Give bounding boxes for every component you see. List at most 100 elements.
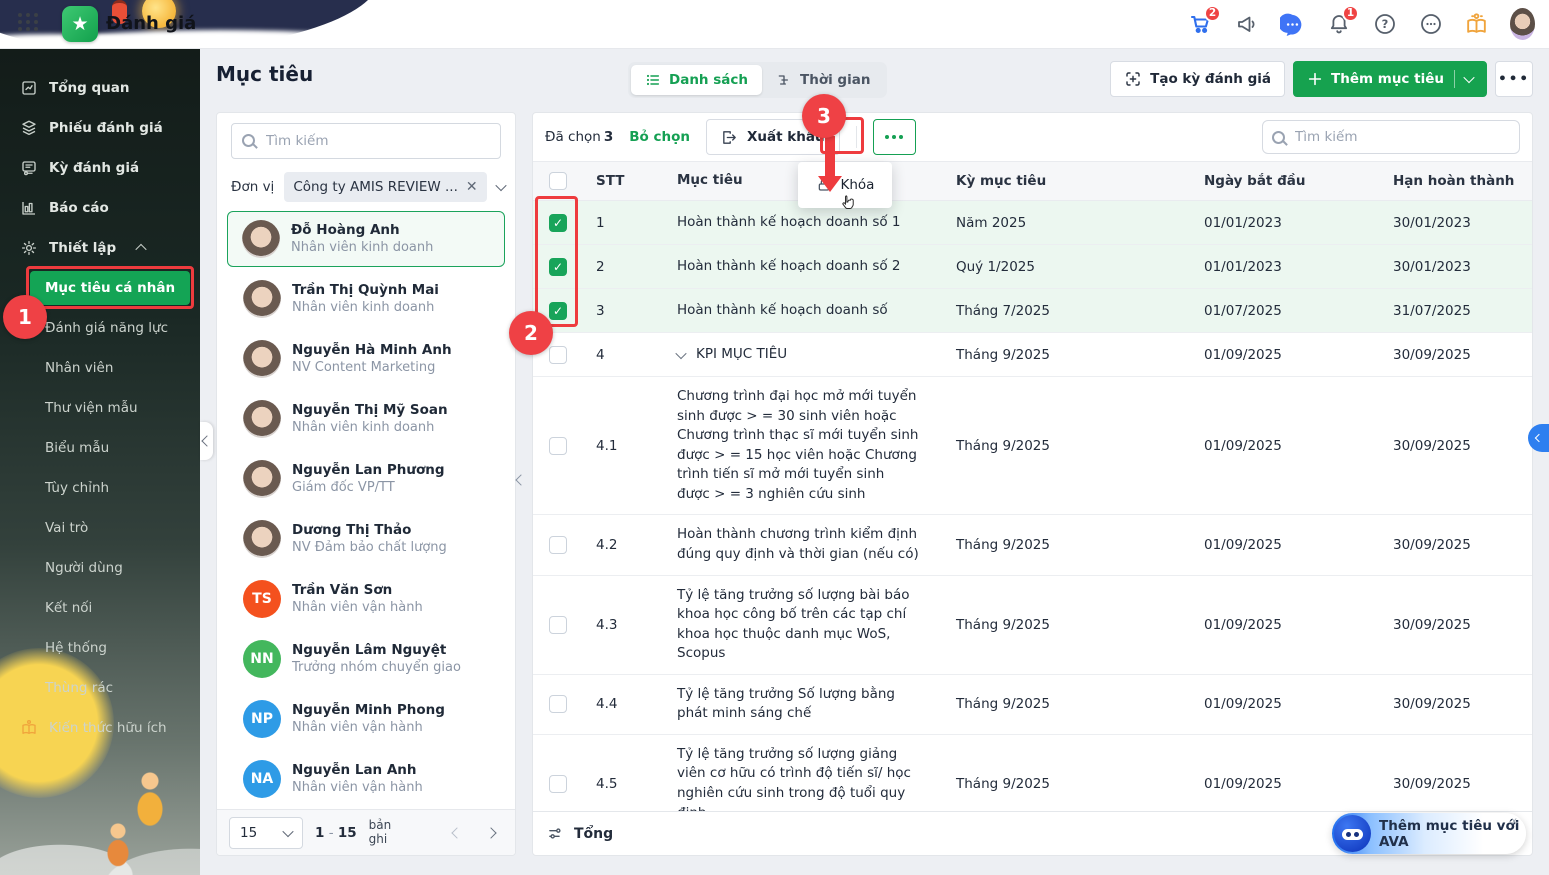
sidebar-sub-item[interactable]: Nhân viên	[0, 348, 200, 388]
row-checkbox[interactable]: ✓	[549, 257, 567, 276]
row-checkbox[interactable]: ✓	[549, 213, 567, 232]
employee-list-item[interactable]: Đỗ Hoàng Anh Nhân viên kinh doanh	[227, 211, 505, 267]
total-label: Tổng	[574, 825, 614, 842]
employee-list-item[interactable]: Nguyễn Thị Mỹ Soan Nhân viên kinh doanh	[217, 389, 515, 449]
sidebar-item-tong-quan[interactable]: Tổng quan	[0, 68, 200, 108]
employee-name: Nguyễn Lan Anh	[292, 762, 417, 779]
expand-chevron-icon[interactable]	[675, 347, 687, 359]
row-checkbox[interactable]	[549, 436, 567, 455]
panel-collapse-handle[interactable]	[515, 474, 527, 486]
next-page-button[interactable]	[485, 826, 497, 839]
row-checkbox[interactable]	[549, 775, 567, 793]
employee-list-item[interactable]: NN Nguyễn Lâm Nguyệt Trưởng nhóm chuyển …	[217, 629, 515, 689]
select-all-checkbox[interactable]	[549, 172, 567, 190]
table-header: STT Mục tiêu Kỳ mục tiêu Ngày bắt đầu Hạ…	[533, 161, 1532, 201]
goal-text: Hoàn thành kế hoạch doanh số	[677, 301, 888, 318]
employee-avatar	[243, 340, 281, 378]
sidebar-sub-item[interactable]: Biểu mẫu	[0, 428, 200, 468]
list-icon	[646, 74, 660, 86]
table-row[interactable]: 4.5 Tỷ lệ tăng trưởng số lượng giảng viê…	[533, 734, 1532, 811]
bulk-actions-more-button[interactable]	[872, 119, 916, 155]
table-row[interactable]: ✓ 2 Hoàn thành kế hoạch doanh số 2 Quý 1…	[533, 245, 1532, 289]
employee-list-item[interactable]: Nguyễn Lan Phương Giám đốc VP/TT	[217, 449, 515, 509]
user-avatar[interactable]	[1510, 8, 1535, 40]
employee-list-item[interactable]: Dương Thị Thảo NV Đảm bảo chất lượng	[217, 509, 515, 569]
chevron-down-icon[interactable]	[1463, 71, 1475, 84]
report-icon	[20, 199, 38, 217]
ava-assistant-pill[interactable]: Thêm mục tiêu với AVA x	[1332, 813, 1526, 854]
help-icon[interactable]: ?	[1372, 12, 1397, 37]
chevron-down-icon	[282, 825, 294, 837]
app-logo-icon[interactable]: ★	[62, 6, 98, 42]
row-checkbox[interactable]	[549, 695, 567, 714]
sidebar-item-bao-cao[interactable]: Báo cáo	[0, 188, 200, 228]
table-row[interactable]: ✓ 1 Hoàn thành kế hoạch doanh số 1 Năm 2…	[533, 201, 1532, 245]
unit-filter-chip[interactable]: Công ty AMIS REVIEW ... ✕	[284, 172, 487, 202]
goal-text: Hoàn thành kế hoạch doanh số 2	[677, 257, 901, 274]
bell-icon[interactable]: 1	[1326, 4, 1359, 37]
sidebar-sub-item[interactable]: Đánh giá năng lực	[0, 308, 200, 348]
sidebar-item-kien-thuc[interactable]: Kiến thức hữu ích	[0, 708, 200, 748]
table-row[interactable]: 4.3 Tỷ lệ tăng trưởng số lượng bài báo k…	[533, 575, 1532, 675]
table-row[interactable]: 4.2 Hoàn thành chương trình kiểm định đú…	[533, 515, 1532, 576]
employee-list-item[interactable]: NP Nguyễn Minh Phong Nhân viên vận hành	[217, 689, 515, 749]
row-checkbox[interactable]	[549, 345, 567, 364]
app-window: ★ Đánh giá 2 1 ? Tổng quan Phiếu đánh gi…	[0, 0, 1549, 875]
sidebar-collapse-handle[interactable]	[200, 422, 213, 460]
goal-text: Chương trình đại học mở mới tuyển sinh đ…	[677, 388, 919, 502]
app-title: Đánh giá	[106, 13, 197, 34]
goal-text: Tỷ lệ tăng trưởng số lượng giảng viên cơ…	[677, 745, 911, 811]
employee-list-item[interactable]: Nguyễn Hà Minh Anh NV Content Marketing	[217, 329, 515, 389]
employee-name: Trần Văn Sơn	[292, 582, 393, 599]
add-goal-button[interactable]: Thêm mục tiêu	[1293, 61, 1487, 97]
employee-list: Đỗ Hoàng Anh Nhân viên kinh doanh Trần T…	[217, 209, 515, 809]
chat-icon[interactable]	[1280, 12, 1305, 37]
employee-name: Nguyễn Minh Phong	[292, 702, 445, 719]
employee-list-item[interactable]: TS Trần Văn Sơn Nhân viên vận hành	[217, 569, 515, 629]
header-more-button[interactable]: •••	[1495, 61, 1533, 97]
sidebar-sub-item[interactable]: Người dùng	[0, 548, 200, 588]
cart-icon[interactable]: 2	[1188, 4, 1221, 37]
column-start-date: Ngày bắt đầu	[1204, 173, 1306, 189]
page-size-select[interactable]: 15	[229, 816, 303, 849]
sidebar-sub-item[interactable]: Tùy chỉnh	[0, 468, 200, 508]
clear-selection-link[interactable]: Bỏ chọn	[629, 129, 690, 145]
sidebar-item-phieu-danh-gia[interactable]: Phiếu đánh giá	[0, 108, 200, 148]
sidebar-sub-item[interactable]: Thùng rác	[0, 668, 200, 708]
prev-page-button[interactable]	[451, 826, 463, 839]
employee-list-item[interactable]: NA Nguyễn Lan Anh Nhân viên vận hành	[217, 749, 515, 809]
knowledge-icon[interactable]	[1464, 12, 1489, 37]
sidebar-sub-item[interactable]: Hệ thống	[0, 628, 200, 668]
sidebar-sub-item[interactable]: Thư viện mẫu	[0, 388, 200, 428]
app-grid-icon[interactable]	[18, 13, 39, 31]
chevron-down-icon[interactable]	[495, 179, 507, 192]
employee-search-input[interactable]	[231, 123, 501, 159]
sidebar-sub-item[interactable]: Kết nối	[0, 588, 200, 628]
table-row[interactable]: 4 KPI MỤC TIÊU Tháng 9/2025 01/09/2025 3…	[533, 333, 1532, 377]
row-checkbox[interactable]: ✓	[549, 301, 567, 320]
close-icon[interactable]: x	[1511, 816, 1517, 827]
sidebar-sub-item[interactable]: Vai trò	[0, 508, 200, 548]
row-checkbox[interactable]	[549, 535, 567, 554]
column-due-date: Hạn hoàn thành	[1393, 173, 1515, 189]
table-body: ✓ 1 Hoàn thành kế hoạch doanh số 1 Năm 2…	[533, 201, 1532, 811]
export-button[interactable]: Xuất khẩu	[706, 119, 840, 155]
table-row[interactable]: ✓ 3 Hoàn thành kế hoạch doanh số Tháng 7…	[533, 289, 1532, 333]
sidebar-sub-item[interactable]: Mục tiêu cá nhân	[30, 271, 190, 305]
table-search-input[interactable]	[1262, 120, 1520, 154]
row-checkbox[interactable]	[549, 615, 567, 634]
tab-danh-sach[interactable]: Danh sách	[631, 65, 762, 95]
table-row[interactable]: 4.1 Chương trình đại học mở mới tuyển si…	[533, 377, 1532, 516]
remove-chip-icon[interactable]: ✕	[466, 180, 478, 194]
megaphone-icon[interactable]	[1234, 12, 1259, 37]
mouse-cursor	[842, 195, 854, 210]
table-row[interactable]: 4.4 Tỷ lệ tăng trưởng Số lượng bằng phát…	[533, 674, 1532, 735]
more-icon[interactable]	[1418, 12, 1443, 37]
tab-thoi-gian[interactable]: Thời gian	[762, 65, 884, 95]
right-collapse-handle[interactable]	[1528, 424, 1549, 452]
sidebar-item-ky-danh-gia[interactable]: Kỳ đánh giá	[0, 148, 200, 188]
gantt-icon	[778, 75, 788, 85]
employee-list-item[interactable]: Trần Thị Quỳnh Mai Nhân viên kinh doanh	[217, 269, 515, 329]
sidebar-item-thiet-lap[interactable]: Thiết lập	[0, 228, 200, 268]
create-period-button[interactable]: Tạo kỳ đánh giá	[1110, 61, 1286, 97]
